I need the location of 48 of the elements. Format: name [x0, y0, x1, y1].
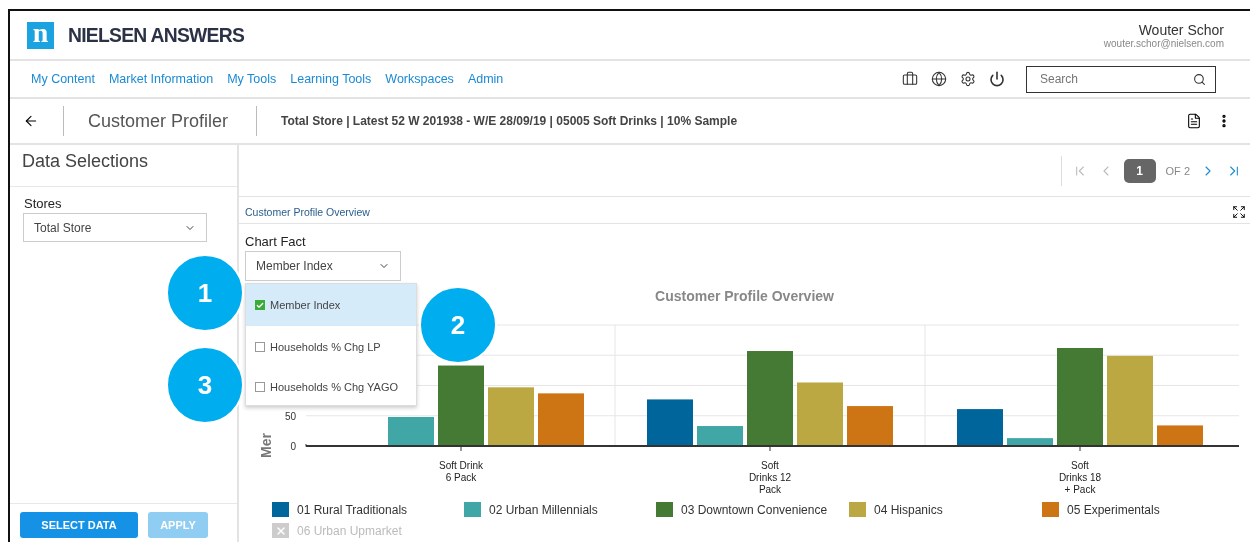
category-label: Soft Drinks 12 Pack [748, 460, 792, 495]
sidebar-title: Data Selections [10, 145, 237, 187]
nav-link[interactable]: My Content [31, 72, 95, 86]
legend-item[interactable]: 03 Downtown Convenience [656, 502, 849, 517]
chart-fact-select[interactable]: Member Index [245, 251, 401, 281]
logo: n [27, 21, 54, 49]
search-field[interactable]: Search [1026, 65, 1216, 93]
menu-option[interactable]: Member Index [246, 284, 416, 326]
legend-item[interactable]: 02 Urban Millennials [464, 502, 656, 517]
legend-item[interactable]: 04 Hispanics [849, 502, 1042, 517]
legend-label: 04 Hispanics [874, 502, 943, 517]
tick-label: 50 [284, 410, 296, 422]
user-email: wouter.schor@nielsen.com [1103, 37, 1224, 49]
user-name: Wouter Schor [1137, 21, 1224, 38]
nav-link[interactable]: Admin [467, 72, 504, 86]
option-label: Member Index [270, 299, 341, 311]
nav-link[interactable]: Workspaces [385, 72, 454, 86]
context-text: Total Store | Latest 52 W 201938 - W/E 28/09/19 | 05005 Soft Drinks | 10% Sample [281, 114, 739, 128]
menu-option[interactable]: Households % Chg YAGO [246, 368, 416, 405]
nav-link[interactable]: Market Information [108, 72, 214, 86]
tick-label: 0 [290, 441, 296, 452]
panel-title: Customer Profile Overview [245, 205, 370, 218]
option-label: Households % Chg LP [270, 341, 381, 353]
step-callout: 2 [419, 286, 497, 364]
nav-link[interactable]: My Tools [227, 72, 277, 86]
legend-item[interactable]: 01 Rural Traditionals [272, 502, 464, 517]
category-label: Soft Drink 6 Pack [439, 460, 483, 483]
legend-label: 05 Experimentals [1067, 502, 1160, 517]
legend-label: 02 Urban Millennials [489, 502, 598, 517]
legend-label: 01 Rural Traditionals [297, 502, 408, 517]
page-number: 1 [1123, 158, 1156, 183]
menu-option[interactable]: Households % Chg LP [246, 326, 416, 368]
legend-label: 06 Urban Upmarket [297, 523, 402, 538]
brand-name: NIELSEN ANSWERS [68, 23, 245, 47]
nav-link[interactable]: Learning Tools [290, 72, 372, 86]
axis-label: Mer [258, 433, 274, 458]
legend-item[interactable]: 05 Experimentals [1042, 502, 1242, 517]
legend-label: 03 Downtown Convenience [681, 502, 828, 517]
option-label: Households % Chg YAGO [270, 380, 398, 393]
page-count: OF 2 [1165, 164, 1190, 177]
chart-title: Customer Profile Overview [655, 288, 834, 306]
stores-select[interactable]: Total Store [23, 213, 207, 242]
step-callout: 1 [166, 254, 244, 332]
field-label: Chart Fact [245, 234, 307, 249]
field-label: Stores [24, 196, 63, 211]
category-label: Soft Drinks 18 + Pack [1058, 460, 1102, 495]
step-callout: 3 [166, 346, 244, 424]
page-title: Customer Profiler [88, 110, 229, 132]
